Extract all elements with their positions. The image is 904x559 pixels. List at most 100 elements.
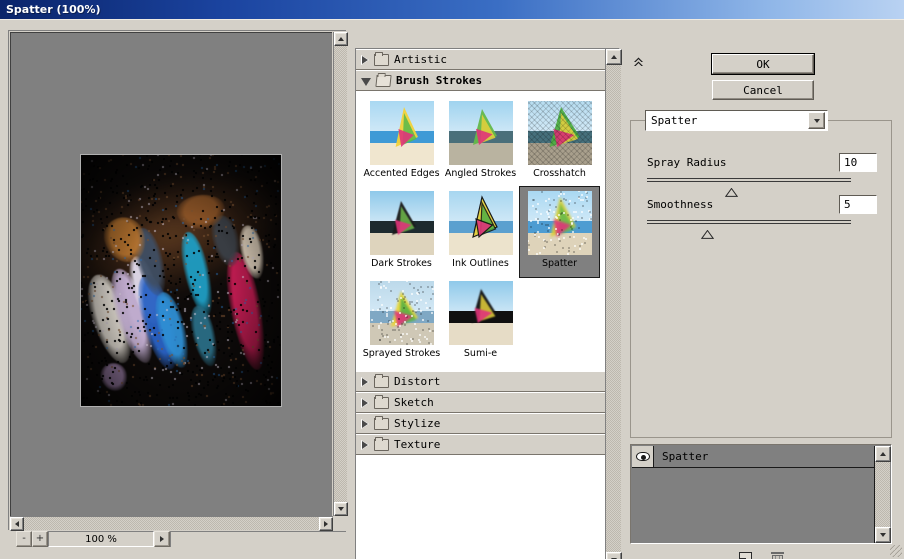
slider-label-smoothness: Smoothness — [647, 198, 714, 211]
zoom-menu-button[interactable] — [154, 531, 170, 547]
layers-vertical-scrollbar[interactable] — [874, 446, 891, 543]
delete-layer-icon[interactable] — [771, 551, 784, 559]
preview-horizontal-scrollbar[interactable] — [10, 516, 333, 531]
chevron-up-icon — [338, 37, 344, 41]
layer-visibility-toggle[interactable] — [632, 446, 654, 467]
triangle-right-icon[interactable] — [361, 376, 369, 387]
preview-vignette — [81, 155, 281, 406]
thumb-kite-art — [395, 107, 418, 147]
layers-scroll-down-button[interactable] — [875, 527, 891, 543]
new-effect-layer-icon[interactable] — [739, 551, 752, 559]
triangle-right-icon — [160, 536, 164, 542]
filter-thumbnail-image — [448, 191, 513, 255]
category-header-brush-strokes[interactable]: Brush Strokes — [356, 70, 605, 91]
filter-thumbnail-angled-strokes[interactable]: Angled Strokes — [441, 97, 520, 187]
filter-thumbnail-ink-outlines[interactable]: Ink Outlines — [441, 187, 520, 277]
folder-icon — [374, 373, 389, 388]
filter-thumbnail-dark-strokes[interactable]: Dark Strokes — [362, 187, 441, 277]
filter-thumbnail-label: Sprayed Strokes — [362, 348, 441, 359]
trash-lid — [771, 551, 784, 554]
slider-thumb-spray-radius[interactable] — [724, 182, 739, 197]
window-title: Spatter (100%) — [6, 3, 101, 16]
triangle-handle-icon — [724, 187, 739, 197]
filter-browser: Artistic Brush Strokes Accented Edges Angle… — [355, 48, 622, 559]
slider-track-smoothness[interactable] — [647, 220, 851, 224]
chevron-left-icon — [15, 521, 19, 527]
filter-thumbnail-label: Accented Edges — [363, 168, 440, 179]
category-label: Distort — [394, 375, 441, 388]
cancel-button[interactable]: Cancel — [712, 80, 814, 100]
folder-icon — [374, 51, 389, 66]
filter-thumbnail-label: Sumi-e — [463, 348, 498, 359]
category-header-sketch[interactable]: Sketch — [356, 392, 605, 413]
slider-thumb-smoothness[interactable] — [700, 224, 715, 239]
thumb-kite-art — [391, 201, 416, 235]
filter-thumbnail-grid: Accented Edges Angled Strokes Crosshatch Da… — [356, 91, 605, 371]
filter-thumbnail-image — [369, 281, 434, 345]
effect-layer-row[interactable]: Spatter — [632, 446, 875, 468]
category-header-distort[interactable]: Distort — [356, 371, 605, 392]
zoom-out-button[interactable]: - — [16, 531, 32, 547]
triangle-right-icon[interactable] — [361, 418, 369, 429]
browser-scroll-down-button[interactable] — [606, 552, 622, 559]
layers-scroll-up-button[interactable] — [875, 446, 891, 462]
filter-thumbnail-sumi-e[interactable]: Sumi-e — [441, 277, 520, 367]
cancel-button-label: Cancel — [743, 83, 783, 97]
category-label: Artistic — [394, 53, 447, 66]
browser-scroll-up-button[interactable] — [606, 49, 622, 65]
category-label: Texture — [394, 438, 441, 451]
browser-vertical-scrollbar[interactable] — [605, 49, 622, 559]
chevron-up-icon — [611, 55, 617, 59]
chevron-up-icon — [880, 452, 886, 456]
filter-thumbnail-accented-edges[interactable]: Accented Edges — [362, 97, 441, 187]
dialog-client-area: - + 100 % Artistic Brush Strokes Accented … — [0, 19, 904, 559]
category-label: Stylize — [394, 417, 441, 430]
filter-thumbnail-spatter[interactable]: Spatter — [519, 186, 600, 278]
category-label: Sketch — [394, 396, 434, 409]
scroll-right-button[interactable] — [319, 517, 333, 531]
double-chevron-up-icon — [633, 57, 643, 66]
window-titlebar[interactable]: Spatter (100%) — [0, 0, 904, 19]
scroll-up-button[interactable] — [334, 32, 348, 46]
effect-layers-list[interactable]: Spatter — [630, 444, 892, 544]
category-header-artistic[interactable]: Artistic — [356, 49, 605, 70]
preview-canvas[interactable] — [10, 32, 332, 516]
filter-select-value: Spatter — [651, 114, 698, 127]
trash-body — [772, 554, 783, 559]
thumb-hatch-overlay — [527, 101, 592, 165]
thumb-kite-art — [470, 289, 497, 323]
scroll-down-button[interactable] — [334, 502, 348, 516]
triangle-right-icon[interactable] — [361, 54, 369, 65]
category-header-texture[interactable]: Texture — [356, 434, 605, 455]
zoom-in-button[interactable]: + — [32, 531, 48, 547]
effect-layer-name: Spatter — [662, 450, 709, 463]
slider-value-smoothness[interactable]: 5 — [839, 195, 877, 214]
triangle-right-icon[interactable] — [361, 397, 369, 408]
filter-select-dropdown[interactable]: Spatter — [645, 110, 828, 131]
triangle-right-icon[interactable] — [361, 439, 369, 450]
zoom-control-bar: - + 100 % — [16, 531, 346, 549]
triangle-down-icon[interactable] — [361, 77, 371, 86]
dropdown-arrow-button[interactable] — [808, 112, 825, 129]
filter-thumbnail-crosshatch[interactable]: Crosshatch — [520, 97, 599, 187]
filter-category-list[interactable]: Artistic Brush Strokes Accented Edges Angle… — [356, 49, 605, 559]
filter-thumbnail-image — [369, 191, 434, 255]
collapse-panel-icon[interactable] — [631, 56, 645, 70]
folder-icon — [374, 394, 389, 409]
filter-thumbnail-label: Crosshatch — [533, 168, 586, 179]
preview-vertical-scrollbar[interactable] — [333, 32, 348, 516]
chevron-down-icon — [880, 533, 886, 537]
category-header-stylize[interactable]: Stylize — [356, 413, 605, 434]
slider-track-spray-radius[interactable] — [647, 178, 851, 182]
filter-thumbnail-sprayed-strokes[interactable]: Sprayed Strokes — [362, 277, 441, 367]
slider-value-spray-radius[interactable]: 10 — [839, 153, 877, 172]
ok-button[interactable]: OK — [711, 53, 815, 75]
zoom-level-display[interactable]: 100 % — [48, 531, 154, 547]
filter-thumbnail-label: Ink Outlines — [452, 258, 509, 269]
effect-layers-panel: Spatter — [630, 444, 892, 559]
preview-pane: - + 100 % — [8, 30, 348, 547]
window-resize-grip[interactable] — [890, 545, 902, 557]
ok-button-label: OK — [756, 57, 770, 71]
scroll-left-button[interactable] — [10, 517, 24, 531]
chevron-down-icon — [813, 118, 820, 123]
